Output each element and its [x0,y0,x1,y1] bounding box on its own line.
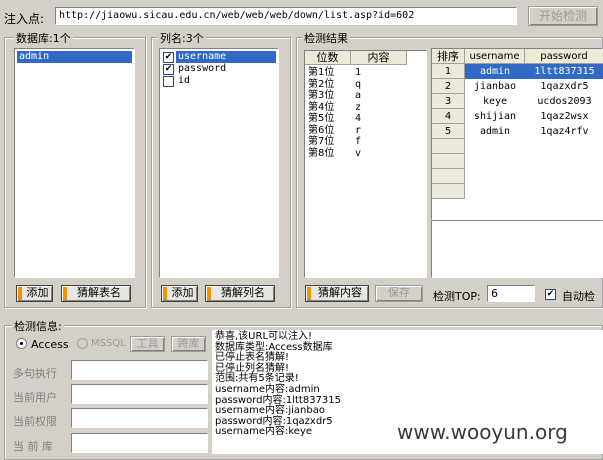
column-item-id[interactable]: id [176,75,276,87]
database-item[interactable]: admin [17,51,132,63]
pos-cell: 第8位 [308,147,335,159]
record-username[interactable]: shijian [465,109,525,124]
tool-button[interactable]: 工具 [130,336,165,352]
log-line: 恭喜,该URL可以注入! [215,331,313,342]
content-cell: 4 [355,113,362,124]
multi-exec-label: 多句执行 [13,367,57,380]
record-username[interactable]: jianbao [465,79,525,94]
password-header: password [525,49,603,64]
pos-cell: 第4位 [308,101,335,113]
pos-cell: 第1位 [308,67,335,78]
record-password[interactable]: 1qazxdr5 [525,79,603,94]
records-empty-area [431,220,603,278]
record-password[interactable]: ucdos2093 [525,94,603,109]
pos-cell: 第2位 [308,78,335,90]
record-rank-empty [432,184,465,199]
pos-header: 位数 [305,51,351,65]
auto-detect-checkbox[interactable]: ✔ [545,289,556,300]
multi-exec-input[interactable] [71,360,208,380]
records-table[interactable]: 排序 username password 1 admin 1ltt837315 2 ji… [431,48,603,220]
record-username[interactable]: keye [465,94,525,109]
top-label: 检测TOP: [433,290,481,303]
current-perm-label: 当前权限 [13,415,57,428]
checkbox-username[interactable]: ✔ [163,52,174,63]
mssql-label: MSSQL [91,338,126,349]
checkbox-id[interactable] [163,76,174,87]
access-label: Access [31,338,69,351]
record-rank: 4 [432,109,465,124]
checkbox-password[interactable]: ✔ [163,64,174,75]
inject-label: 注入点: [4,12,45,26]
database-list[interactable]: admin [14,48,135,278]
guess-content-button[interactable]: 猜解内容 [305,285,369,302]
record-password[interactable]: 1qaz4rfv [525,124,603,139]
columns-title: 列名:3个 [158,30,206,46]
content-cell: f [355,136,362,147]
current-user-input[interactable] [71,384,208,404]
pos-cell: 第6位 [308,124,335,136]
rank-header: 排序 [432,49,465,64]
content-cell: v [355,147,362,159]
record-rank: 3 [432,94,465,109]
columns-list[interactable]: ✔ username ✔ password id [159,48,279,278]
column-item-username[interactable]: username [176,51,276,63]
top-input[interactable]: 6 [487,285,535,302]
record-username[interactable]: admin [465,124,525,139]
results-title: 检测结果 [302,30,350,46]
record-rank-empty [432,154,465,169]
pos-cell: 第7位 [308,136,335,147]
guess-column-button[interactable]: 猜解列名 [205,285,275,302]
crossdb-button[interactable]: 跨库 [171,336,206,352]
current-db-input[interactable] [71,433,208,453]
record-rank: 1 [432,64,465,79]
record-username[interactable]: admin [465,64,525,79]
username-header: username [465,49,525,64]
record-rank: 5 [432,124,465,139]
content-cell: a [355,90,362,101]
current-user-label: 当前用户 [13,391,57,404]
current-db-label: 当 前 库 [13,440,53,453]
auto-detect-label: 自动检 [562,290,595,303]
content-cell: q [355,78,362,90]
info-title: 检测信息: [12,318,64,334]
content-header: 内容 [351,51,407,65]
save-button[interactable]: 保存 [375,285,423,302]
record-rank-empty [432,139,465,154]
record-rank: 2 [432,79,465,94]
access-radio[interactable] [16,338,27,349]
start-detect-button[interactable]: 开始检测 [528,6,598,26]
guess-table-button[interactable]: 猜解表名 [61,285,131,302]
record-password[interactable]: 1ltt837315 [525,64,603,79]
record-rank-empty [432,169,465,184]
content-cell: z [355,101,362,113]
url-input[interactable]: http://jiaowu.sicau.edu.cn/web/web/web/d… [55,7,517,25]
pos-cell: 第3位 [308,90,335,101]
add-database-button[interactable]: 添加 [16,285,53,302]
position-table[interactable]: 位数 内容 第1位 1 第2位 q 第3位 a 第4位 z 第5位 4 第6位 r 第7位 f 第8位 v [304,50,427,278]
add-column-button[interactable]: 添加 [161,285,198,302]
log-line: username内容:admin [215,383,320,395]
column-item-password[interactable]: password [176,63,276,75]
pos-cell: 第5位 [308,113,335,124]
database-title: 数据库:1个 [14,30,73,46]
mssql-radio[interactable] [77,338,88,349]
content-cell: r [355,124,362,136]
content-cell: 1 [355,67,362,78]
watermark: www.wooyun.org [397,420,568,444]
current-perm-input[interactable] [71,408,208,428]
record-password[interactable]: 1qaz2wsx [525,109,603,124]
